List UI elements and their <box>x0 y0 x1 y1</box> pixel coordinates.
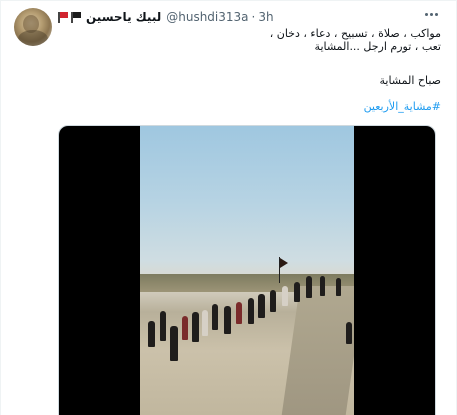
pilgrim <box>202 310 208 336</box>
tweet-greeting: صباح المشاية <box>379 74 442 87</box>
top-border <box>0 0 457 1</box>
pilgrim <box>258 294 265 318</box>
timestamp[interactable]: 3h <box>258 10 273 24</box>
pilgrim <box>320 276 325 296</box>
user-handle[interactable]: @hushdi313a <box>166 10 248 24</box>
tweet-header: لبيك ياحسين @hushdi313a · 3h <box>58 9 274 25</box>
left-border <box>0 0 1 415</box>
pilgrim <box>336 278 341 296</box>
black-flag-icon <box>71 12 81 23</box>
tweet-text-line: تعب ، تورم ارجل ...المشاية <box>314 40 441 53</box>
pilgrim <box>346 322 352 344</box>
pilgrim <box>236 302 242 324</box>
red-flag-icon <box>58 12 68 23</box>
pilgrim <box>160 311 166 341</box>
pilgrim <box>224 306 231 334</box>
pilgrim <box>212 304 218 330</box>
tweet-text-line: مواكب ، صلاة ، تسبيح ، دعاء ، دخان ، <box>269 27 441 40</box>
pilgrim <box>294 282 300 302</box>
more-dot <box>424 12 428 16</box>
banner-pole <box>279 257 280 283</box>
tweet-text: مواكب ، صلاة ، تسبيح ، دعاء ، دخان ، تعب… <box>81 27 441 53</box>
banner-flag <box>280 258 288 268</box>
pilgrim <box>192 312 199 342</box>
more-dot <box>434 12 438 16</box>
more-dot <box>429 12 433 16</box>
pilgrim <box>248 298 254 324</box>
railway-embankment <box>280 286 354 415</box>
pilgrim <box>306 276 312 298</box>
display-name[interactable]: لبيك ياحسين <box>86 10 161 24</box>
pilgrim <box>182 316 188 340</box>
hashtag-link[interactable]: #مشاية_الأربعين <box>364 100 441 113</box>
pilgrim <box>170 326 178 361</box>
video-frame <box>140 126 354 415</box>
pilgrim <box>270 290 276 312</box>
separator-dot: · <box>251 10 256 24</box>
more-horizontal-icon[interactable] <box>420 6 442 22</box>
avatar-body <box>18 30 48 46</box>
pilgrim <box>148 321 155 347</box>
pilgrim <box>282 286 288 306</box>
video-player[interactable] <box>58 125 436 415</box>
avatar[interactable] <box>14 8 52 46</box>
